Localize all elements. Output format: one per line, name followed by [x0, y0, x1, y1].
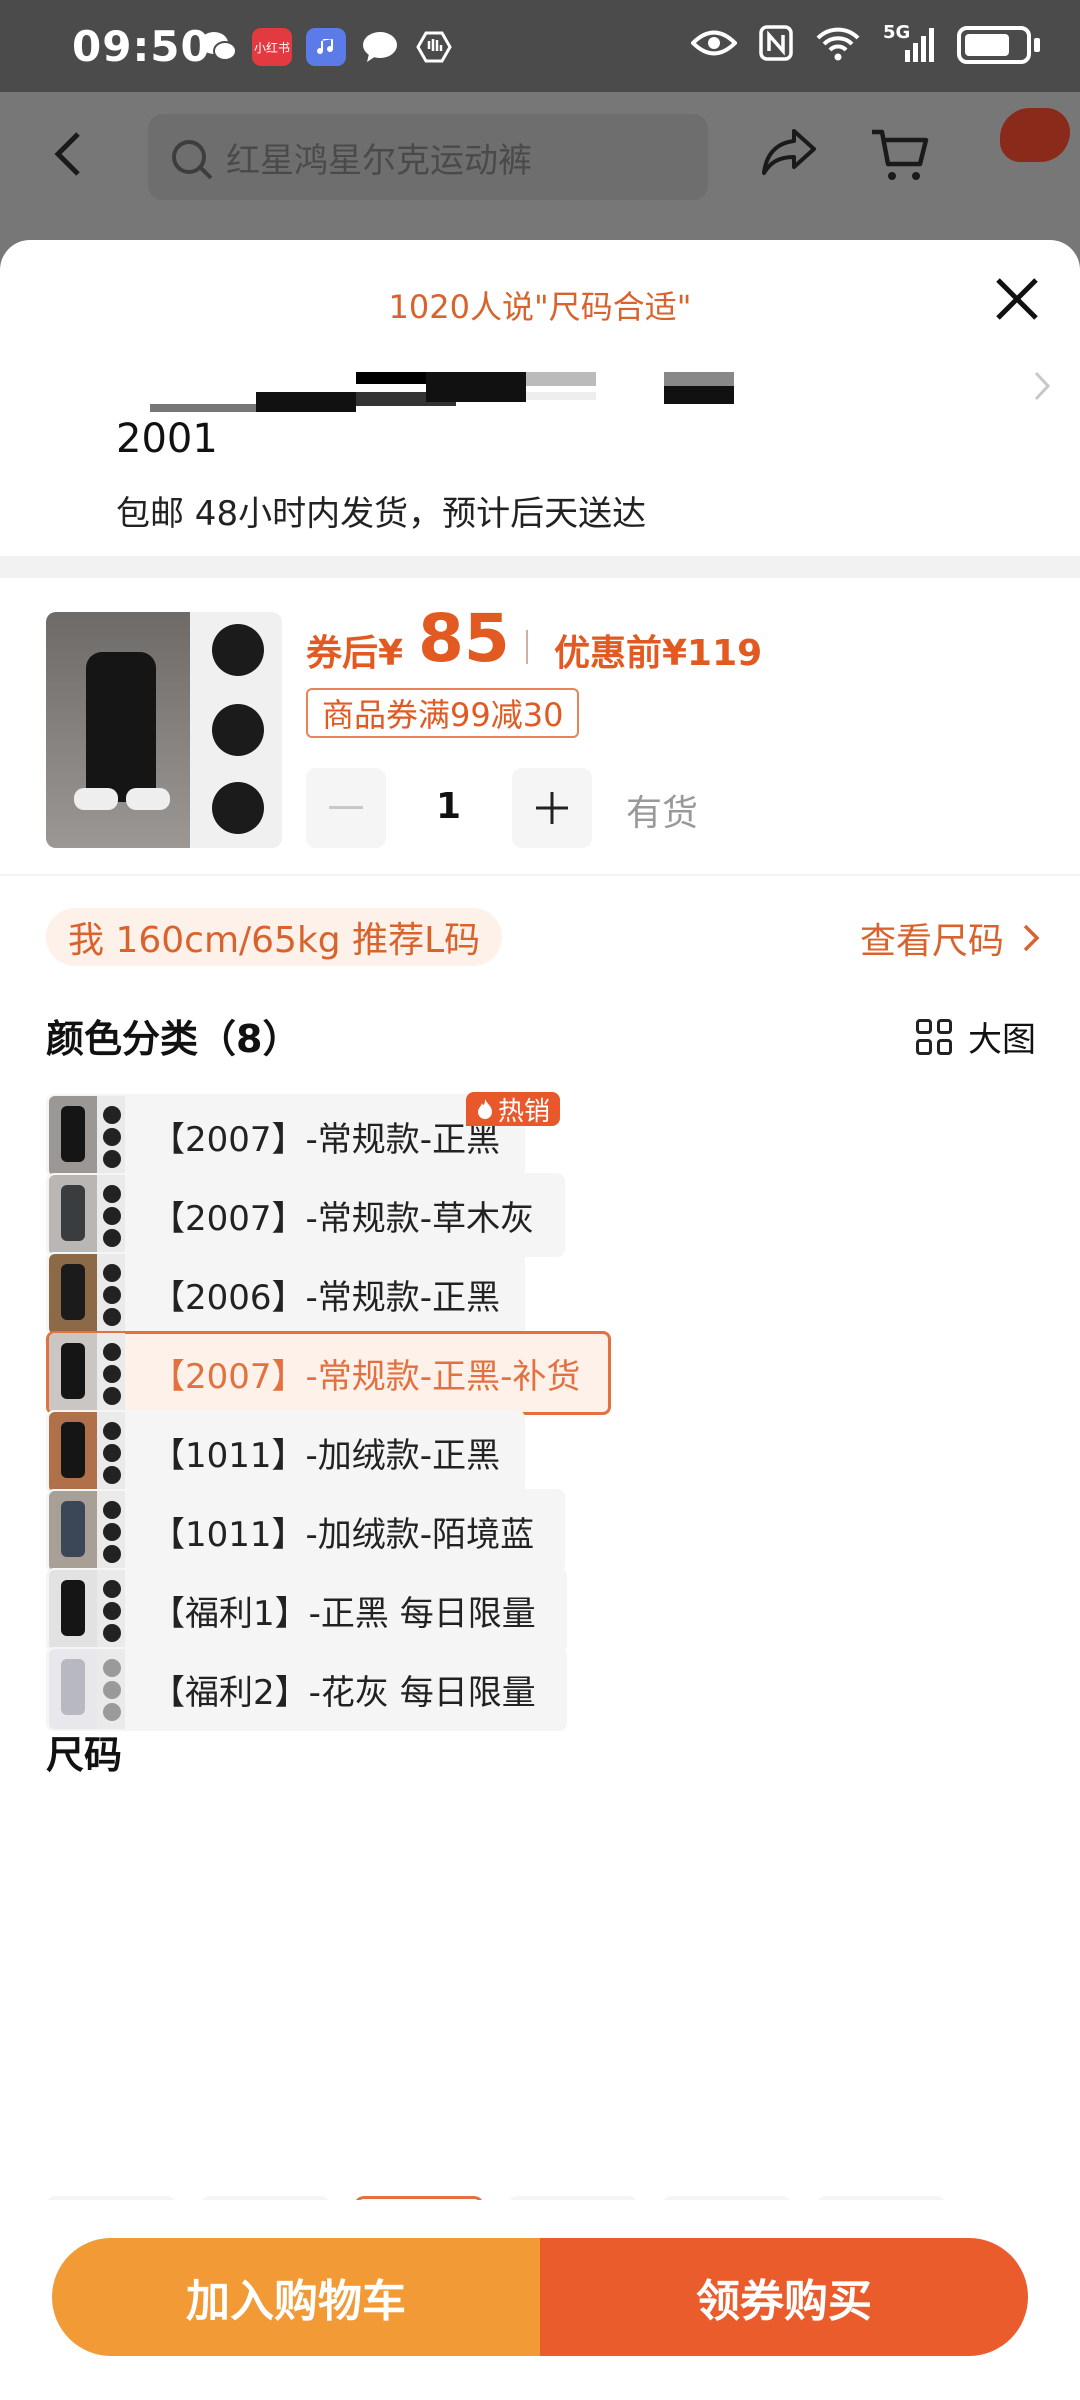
signal-icon: 5G — [883, 22, 935, 64]
color-option-label: 【1011】-加绒款-陌境蓝 — [151, 1514, 535, 1555]
hot-sale-badge: 热销 — [466, 1092, 561, 1127]
bottom-action-bar: 加入购物车 领券购买 — [0, 2200, 1080, 2400]
color-option[interactable]: 【2007】-常规款-正黑 — [46, 1094, 526, 1178]
search-placeholder: 红星鸿星尔克运动裤 — [226, 140, 532, 181]
buy-with-coupon-button[interactable]: 领券购买 — [540, 2238, 1028, 2356]
color-option-label: 【福利1】-正黑 每日限量 — [151, 1593, 536, 1634]
search-bar[interactable]: 红星鸿星尔克运动裤 — [148, 114, 708, 200]
app-bar: 红星鸿星尔克运动裤 — [0, 92, 1080, 240]
quantity-increase-button[interactable] — [512, 768, 592, 848]
battery-icon — [957, 26, 1040, 64]
xiaohongshu-icon: 小红书 — [252, 28, 292, 66]
coupon-tag: 商品券满99减30 — [306, 688, 580, 738]
size-fit-banner: 1020人说"尺码合适" — [388, 288, 692, 326]
color-option-label: 【福利2】-花灰 每日限量 — [151, 1672, 536, 1713]
message-icon — [360, 28, 400, 66]
search-icon — [172, 140, 206, 174]
shipping-info: 包邮 48小时内发货，预计后天送达 — [116, 494, 647, 534]
status-indicators: 5G — [690, 22, 1040, 66]
color-option-label: 【2007】-常规款-正黑-补货 — [151, 1356, 581, 1397]
quantity-value[interactable]: 1 — [436, 786, 461, 827]
address-chevron-icon[interactable] — [1032, 364, 1052, 413]
color-option[interactable]: 【福利2】-花灰 每日限量 — [46, 1647, 567, 1731]
wifi-icon — [815, 24, 861, 66]
view-size-chart-link[interactable]: 查看尺码 — [860, 912, 1040, 964]
divider — [0, 874, 1080, 876]
avatar[interactable] — [1000, 108, 1070, 162]
color-option-selected[interactable]: 【2007】-常规款-正黑-补货 — [46, 1331, 612, 1415]
stock-status: 有货 — [626, 793, 699, 834]
address-redacted[interactable] — [150, 372, 890, 416]
flame-icon — [478, 1099, 492, 1119]
back-arrow-icon[interactable] — [48, 126, 88, 196]
close-icon[interactable] — [994, 270, 1040, 332]
original-price: 优惠前¥119 — [554, 633, 763, 674]
product-image[interactable] — [46, 612, 282, 848]
status-time: 09:50 — [72, 22, 211, 71]
view-size-label: 查看尺码 — [859, 921, 1004, 962]
big-view-toggle[interactable]: 大图 — [916, 1012, 1036, 1061]
color-option[interactable]: 【2007】-常规款-草木灰 — [46, 1173, 566, 1257]
add-to-cart-button[interactable]: 加入购物车 — [52, 2238, 540, 2356]
size-section-title: 尺码 — [46, 1733, 123, 1777]
color-option[interactable]: 【2006】-常规款-正黑 — [46, 1252, 526, 1336]
eye-icon — [690, 28, 738, 62]
cart-icon[interactable] — [870, 126, 930, 198]
color-option-label: 【2006】-常规款-正黑 — [151, 1277, 501, 1318]
nfc-icon — [759, 25, 793, 65]
quantity-decrease-button[interactable] — [306, 768, 386, 848]
status-bar: 09:50 小红书 5G — [0, 0, 1080, 92]
price-separator — [526, 630, 528, 664]
big-view-label: 大图 — [968, 1020, 1036, 1060]
chevron-right-icon — [1023, 924, 1040, 952]
grid-view-icon — [916, 1018, 952, 1055]
sku-selection-sheet: 1020人说"尺码合适" 2001 包邮 48小时内发货，预计后天送达 券后¥ … — [0, 240, 1080, 2400]
price-value: 85 — [418, 600, 510, 677]
section-divider — [0, 556, 1080, 578]
color-option[interactable]: 【福利1】-正黑 每日限量 — [46, 1568, 567, 1652]
music-icon — [306, 28, 346, 66]
status-app-icons: 小红书 — [198, 28, 454, 66]
share-icon[interactable] — [760, 126, 818, 191]
address-number: 2001 — [116, 416, 218, 462]
color-option-label: 【1011】-加绒款-正黑 — [151, 1435, 501, 1476]
color-option-label: 【2007】-常规款-草木灰 — [151, 1198, 535, 1239]
color-option[interactable]: 【1011】-加绒款-陌境蓝 — [46, 1489, 566, 1573]
shield-icon — [414, 28, 454, 66]
color-option[interactable]: 【1011】-加绒款-正黑 — [46, 1410, 526, 1494]
price-label: 券后¥ — [306, 633, 404, 674]
color-section-title: 颜色分类（8） — [46, 1017, 301, 1061]
size-recommendation[interactable]: 我 160cm/65kg 推荐L码 — [46, 908, 503, 966]
hot-sale-label: 热销 — [498, 1096, 551, 1127]
wechat-icon — [198, 28, 238, 66]
